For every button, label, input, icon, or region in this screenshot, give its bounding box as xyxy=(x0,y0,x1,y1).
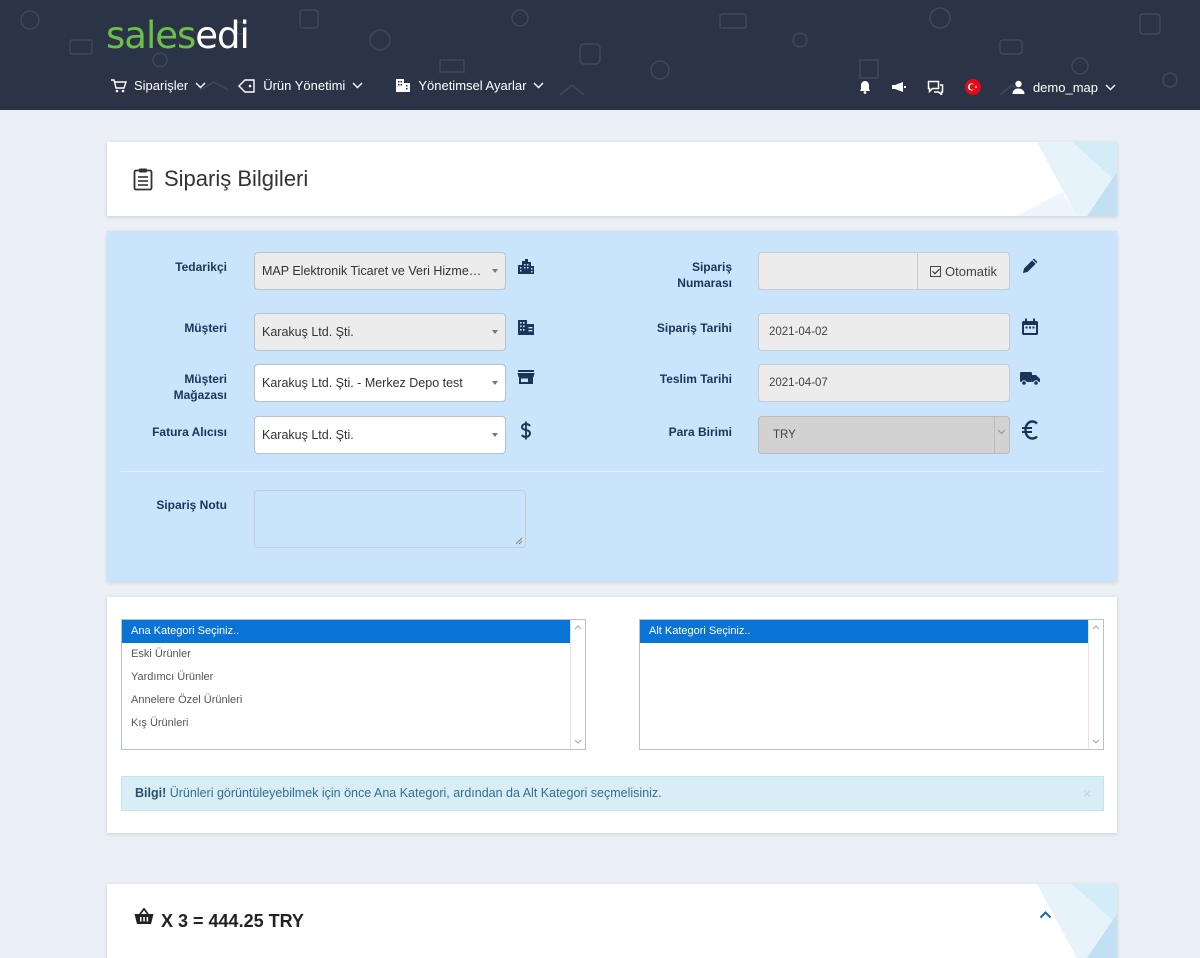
order-note-textarea[interactable] xyxy=(254,490,526,548)
store-label-line2: Mağazası xyxy=(173,388,227,402)
page-title: Sipariş Bilgileri xyxy=(164,166,309,191)
invoice-recipient-label: Fatura Alıcısı xyxy=(152,425,227,439)
delivery-date-input[interactable]: 2021-04-07 xyxy=(758,364,1010,402)
supplier-label: Tedarikçi xyxy=(175,260,227,274)
calendar-icon[interactable] xyxy=(1021,318,1039,336)
basket-summary: X 3 = 444.25 TRY xyxy=(161,911,304,931)
tag-icon xyxy=(238,78,255,93)
page-title-card: Sipariş Bilgileri xyxy=(107,142,1117,216)
decorative-corner xyxy=(1037,884,1117,958)
auto-number-label: Otomatik xyxy=(944,263,997,279)
category-selection-card: Ana Kategori Seçiniz.. Eski Ürünler Yard… xyxy=(107,597,1117,833)
delivery-date-label: Teslim Tarihi xyxy=(659,372,732,386)
chevron-down-icon xyxy=(533,82,544,89)
nav-admin-settings-label: Yönetimsel Ayarlar xyxy=(418,78,527,93)
nav-admin-settings[interactable]: Yönetimsel Ayarlar xyxy=(395,78,544,93)
username: demo_map xyxy=(1032,79,1098,95)
store-label: Müşteri Mağazası xyxy=(107,371,227,403)
office-building-icon xyxy=(518,320,534,335)
clipboard-icon xyxy=(133,168,153,191)
chevron-down-icon xyxy=(997,429,1006,435)
scrollbar[interactable] xyxy=(570,620,585,749)
supplier-value: MAP Elektronik Ticaret ve Veri Hizmetler… xyxy=(262,264,489,278)
caret-down-icon xyxy=(492,269,498,273)
caret-down-icon xyxy=(492,330,498,334)
order-number-label-line1: Sipariş xyxy=(691,260,732,274)
order-info-form: Tedarikçi MAP Elektronik Ticaret ve Veri… xyxy=(107,231,1117,582)
cart-icon xyxy=(111,78,127,92)
info-alert: Bilgi! Ürünleri görüntüleyebilmek için ö… xyxy=(121,776,1104,811)
megaphone-icon[interactable] xyxy=(891,81,907,93)
alert-title: Bilgi! xyxy=(135,786,167,800)
form-divider xyxy=(121,471,1103,472)
caret-down-icon xyxy=(492,433,498,437)
chevron-down-icon xyxy=(352,82,363,89)
chat-icon[interactable] xyxy=(927,80,944,95)
order-number-input[interactable] xyxy=(758,252,918,290)
customer-label: Müşteri xyxy=(184,321,227,335)
list-item[interactable]: Kış Ürünleri xyxy=(122,712,585,735)
basket-icon xyxy=(134,908,154,924)
scroll-down-icon[interactable] xyxy=(1092,739,1100,744)
order-date-input[interactable]: 2021-04-02 xyxy=(758,313,1010,351)
main-nav: Siparişler Ürün Yönetimi Yönetimsel Ayar… xyxy=(110,78,576,93)
currency-label: Para Birimi xyxy=(668,425,732,439)
scrollbar[interactable] xyxy=(1088,620,1103,749)
store-select[interactable]: Karakuş Ltd. Şti. - Merkez Depo test xyxy=(254,364,506,402)
auto-number-toggle[interactable]: Otomatik xyxy=(917,252,1010,290)
invoice-recipient-value: Karakuş Ltd. Şti. xyxy=(262,428,354,442)
pencil-icon[interactable] xyxy=(1022,257,1039,274)
basket-summary-card: X 3 = 444.25 TRY xyxy=(107,884,1117,958)
building-icon xyxy=(396,79,411,92)
list-item[interactable]: Ana Kategori Seçiniz.. xyxy=(122,620,585,643)
nav-orders-label: Siparişler xyxy=(134,78,189,93)
supplier-select[interactable]: MAP Elektronik Ticaret ve Veri Hizmetler… xyxy=(254,252,506,290)
chevron-down-icon xyxy=(1105,84,1116,90)
euro-icon xyxy=(1022,420,1038,440)
customer-select[interactable]: Karakuş Ltd. Şti. xyxy=(254,313,506,351)
close-icon[interactable]: × xyxy=(1083,777,1091,810)
logo-part-2: edi xyxy=(195,14,250,57)
chevron-down-icon xyxy=(195,82,206,89)
currency-select[interactable]: TRY xyxy=(758,416,1010,454)
city-buildings-icon xyxy=(518,259,534,274)
invoice-recipient-select[interactable]: Karakuş Ltd. Şti. xyxy=(254,416,506,454)
scroll-up-icon[interactable] xyxy=(1092,625,1100,630)
nav-orders[interactable]: Siparişler xyxy=(110,78,206,93)
scroll-down-icon[interactable] xyxy=(574,739,582,744)
user-icon xyxy=(1012,80,1025,94)
store-value: Karakuş Ltd. Şti. - Merkez Depo test xyxy=(262,376,463,390)
alert-text: Ürünleri görüntüleyebilmek için önce Ana… xyxy=(166,786,662,800)
list-item[interactable]: Annelere Özel Ürünleri xyxy=(122,689,585,712)
main-category-list[interactable]: Ana Kategori Seçiniz.. Eski Ürünler Yard… xyxy=(121,619,586,750)
notifications-bell-icon[interactable] xyxy=(859,80,871,94)
order-date-label: Sipariş Tarihi xyxy=(656,321,732,335)
currency-value: TRY xyxy=(773,429,796,441)
scroll-up-icon[interactable] xyxy=(574,625,582,630)
user-menu[interactable]: demo_map xyxy=(1012,80,1116,95)
customer-value: Karakuş Ltd. Şti. xyxy=(262,325,354,339)
turkish-flag-icon[interactable] xyxy=(964,78,982,96)
logo-part-1: sales xyxy=(106,14,196,57)
nav-product-management-label: Ürün Yönetimi xyxy=(263,78,346,93)
decorative-corner xyxy=(1017,142,1117,216)
dollar-icon xyxy=(520,421,532,440)
nav-product-management[interactable]: Ürün Yönetimi xyxy=(238,78,363,93)
list-item[interactable]: Eski Ürünler xyxy=(122,643,585,666)
resize-grip-icon[interactable] xyxy=(514,536,523,545)
order-number-label-line2: Numarası xyxy=(677,276,732,290)
store-icon xyxy=(517,370,535,384)
header-actions: demo_map xyxy=(839,78,1116,96)
list-item[interactable]: Yardımcı Ürünler xyxy=(122,666,585,689)
order-number-label: Sipariş Numarası xyxy=(612,259,732,291)
salesedi-logo[interactable]: salesedi xyxy=(106,14,250,57)
caret-down-icon xyxy=(492,381,498,385)
list-item[interactable]: Alt Kategori Seçiniz.. xyxy=(640,620,1103,643)
store-label-line1: Müşteri xyxy=(184,372,227,386)
checkbox-checked-icon xyxy=(929,265,941,277)
truck-icon xyxy=(1020,372,1040,386)
sub-category-list[interactable]: Alt Kategori Seçiniz.. xyxy=(639,619,1104,750)
top-navbar: salesedi Siparişler Ürün Yönetimi Yöneti… xyxy=(0,0,1200,110)
order-note-label: Sipariş Notu xyxy=(156,498,227,512)
